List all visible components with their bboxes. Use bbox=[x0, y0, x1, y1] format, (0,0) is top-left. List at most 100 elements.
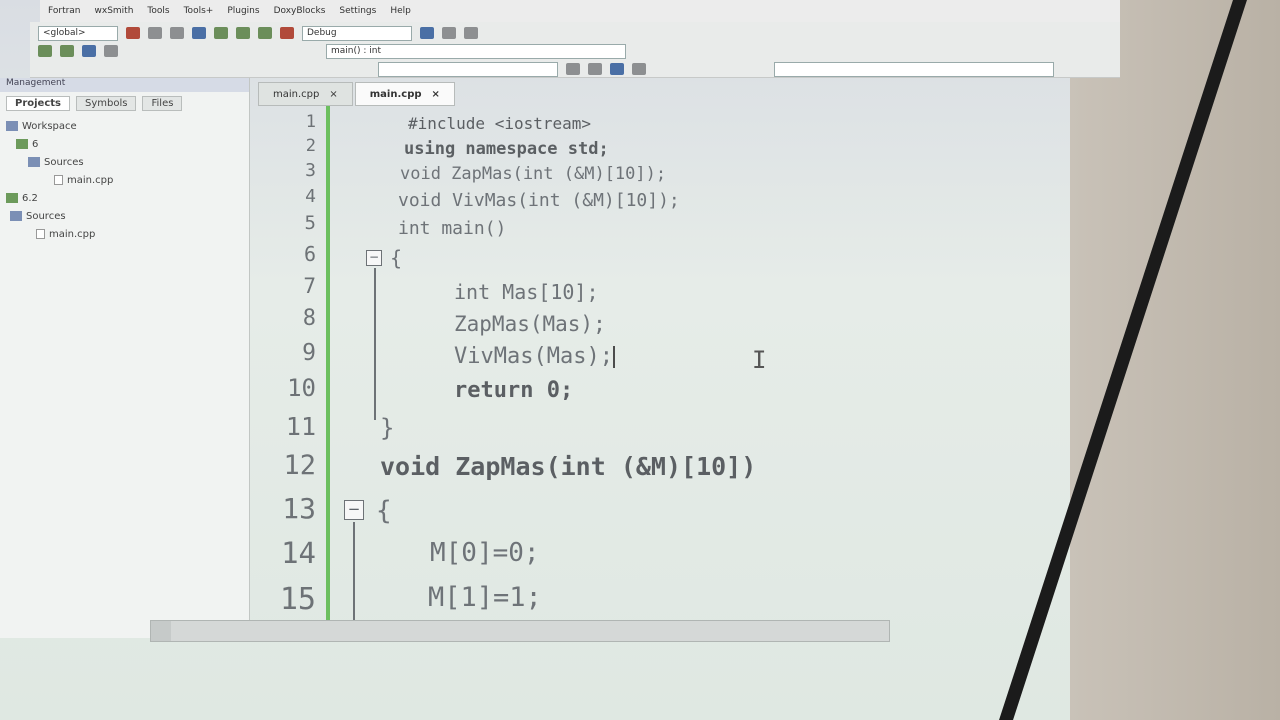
text-cursor bbox=[612, 346, 615, 368]
code-line-4: void VivMas(int (&M)[10]); bbox=[398, 190, 680, 211]
line-number: 7 bbox=[303, 274, 316, 298]
project-icon bbox=[16, 139, 28, 149]
workspace-row[interactable]: Workspace bbox=[6, 117, 243, 135]
tab-projects[interactable]: Projects bbox=[6, 96, 71, 111]
tab-label: main.cpp bbox=[369, 88, 422, 100]
code-line-7: int Mas[10]; bbox=[454, 280, 599, 304]
toolbar: <global> Debug main() : int bbox=[30, 22, 1120, 78]
editor-tab-main-cpp-2[interactable]: main.cpp × bbox=[354, 82, 455, 106]
tree-item-label: 6.2 bbox=[22, 192, 38, 204]
folder-icon bbox=[28, 157, 40, 167]
code-line-9: VivMas(Mas); bbox=[454, 344, 615, 369]
fold-guide bbox=[353, 522, 355, 626]
tree-item-main-cpp[interactable]: main.cpp bbox=[6, 171, 243, 189]
editor-tab-main-cpp-1[interactable]: main.cpp × bbox=[258, 82, 353, 106]
menu-wxsmith[interactable]: wxSmith bbox=[95, 6, 134, 16]
tree-item-sources[interactable]: Sources bbox=[6, 153, 243, 171]
copy-icon[interactable] bbox=[148, 27, 162, 39]
menu-plugins[interactable]: Plugins bbox=[227, 6, 259, 16]
code-line-10: return 0; bbox=[454, 378, 574, 403]
line-number: 3 bbox=[305, 160, 316, 181]
function-combo[interactable]: main() : int bbox=[326, 43, 626, 59]
sidebar-title: Management bbox=[0, 78, 249, 92]
fold-guide bbox=[374, 268, 376, 420]
line-number: 8 bbox=[302, 306, 316, 331]
tab-symbols[interactable]: Symbols bbox=[76, 96, 137, 111]
project-icon bbox=[6, 193, 18, 203]
close-icon[interactable]: × bbox=[432, 89, 440, 100]
menu-fortran[interactable]: Fortran bbox=[48, 6, 81, 16]
project-tree: Workspace 6 Sources main.cpp 6.2 Sources… bbox=[0, 115, 249, 245]
line-number: 6 bbox=[303, 242, 316, 266]
prev-icon[interactable] bbox=[566, 63, 580, 75]
line-number: 9 bbox=[302, 340, 316, 366]
menu-help[interactable]: Help bbox=[390, 6, 411, 16]
stop-icon[interactable] bbox=[280, 27, 294, 39]
cut-icon[interactable] bbox=[126, 27, 140, 39]
code-editor[interactable]: 1 2 3 4 5 6 7 8 9 10 11 12 13 14 15 − − … bbox=[258, 106, 1150, 626]
line-number: 12 bbox=[283, 450, 316, 481]
menu-doxyblocks[interactable]: DoxyBlocks bbox=[274, 6, 326, 16]
code-line-11: } bbox=[380, 414, 395, 442]
code-line-9-text: VivMas(Mas); bbox=[454, 344, 613, 369]
global-scope-combo[interactable]: <global> bbox=[38, 25, 118, 41]
tree-item-sources-2[interactable]: Sources bbox=[6, 207, 243, 225]
build-icon[interactable] bbox=[214, 27, 228, 39]
horizontal-scrollbar[interactable] bbox=[150, 620, 890, 642]
bookmark-icon[interactable] bbox=[82, 45, 96, 57]
code-line-14: M[0]=0; bbox=[430, 538, 540, 568]
fold-toggle-main[interactable]: − bbox=[366, 250, 382, 266]
build-run-icon[interactable] bbox=[258, 27, 272, 39]
build-target-combo[interactable]: Debug bbox=[302, 25, 412, 41]
step-into-icon[interactable] bbox=[464, 27, 478, 39]
nav-forward-icon[interactable] bbox=[60, 45, 74, 57]
paste-icon[interactable] bbox=[170, 27, 184, 39]
toolbar-row-2: main() : int bbox=[30, 42, 626, 60]
file-icon bbox=[36, 229, 45, 239]
code-line-1: #include <iostream> bbox=[408, 114, 592, 133]
scroll-left-icon[interactable] bbox=[151, 621, 171, 641]
code-line-12: void ZapMas(int (&M)[10]) bbox=[380, 452, 757, 481]
tree-item-main-cpp-2[interactable]: main.cpp bbox=[6, 225, 243, 243]
code-line-8: ZapMas(Mas); bbox=[454, 312, 606, 336]
find-icon[interactable] bbox=[192, 27, 206, 39]
line-number: 14 bbox=[281, 536, 316, 570]
code-line-5: int main() bbox=[398, 218, 507, 239]
nav-back-icon[interactable] bbox=[38, 45, 52, 57]
run-icon[interactable] bbox=[236, 27, 250, 39]
line-number-gutter: 1 2 3 4 5 6 7 8 9 10 11 12 13 14 15 bbox=[258, 106, 330, 626]
next-icon[interactable] bbox=[588, 63, 602, 75]
workspace-label: Workspace bbox=[22, 120, 77, 132]
toolbar-row-1: <global> Debug bbox=[30, 24, 478, 42]
jump-icon[interactable] bbox=[104, 45, 118, 57]
regex-icon[interactable] bbox=[632, 63, 646, 75]
tree-item-project-6[interactable]: 6 bbox=[6, 135, 243, 153]
line-number: 5 bbox=[304, 212, 316, 234]
fold-toggle-zapmas[interactable]: − bbox=[344, 500, 364, 520]
tree-item-project-6-2[interactable]: 6.2 bbox=[6, 189, 243, 207]
highlight-icon[interactable] bbox=[610, 63, 624, 75]
tree-item-label: 6 bbox=[32, 138, 39, 150]
line-number: 15 bbox=[279, 582, 316, 617]
code-line-15: M[1]=1; bbox=[428, 582, 542, 613]
menu-tools-plus[interactable]: Tools+ bbox=[184, 6, 214, 16]
management-sidebar: Management Projects Symbols Files Worksp… bbox=[0, 78, 250, 638]
line-number: 13 bbox=[282, 492, 316, 525]
step-icon[interactable] bbox=[442, 27, 456, 39]
close-icon[interactable]: × bbox=[329, 89, 337, 100]
file-icon bbox=[54, 175, 63, 185]
workspace-icon bbox=[6, 121, 18, 131]
sidebar-tabs: Projects Symbols Files bbox=[0, 92, 249, 115]
search-combo[interactable] bbox=[378, 61, 558, 77]
debug-icon[interactable] bbox=[420, 27, 434, 39]
editor-tabs: main.cpp × main.cpp × bbox=[258, 82, 455, 106]
symbol-search-combo[interactable] bbox=[774, 61, 1054, 77]
menu-settings[interactable]: Settings bbox=[339, 6, 376, 16]
menu-tools[interactable]: Tools bbox=[147, 6, 169, 16]
line-number: 1 bbox=[305, 112, 316, 132]
line-number: 10 bbox=[287, 374, 316, 402]
code-line-6: { bbox=[390, 246, 403, 270]
line-number: 11 bbox=[285, 412, 316, 441]
tab-files[interactable]: Files bbox=[142, 96, 183, 111]
code-line-3: void ZapMas(int (&M)[10]); bbox=[400, 164, 667, 184]
